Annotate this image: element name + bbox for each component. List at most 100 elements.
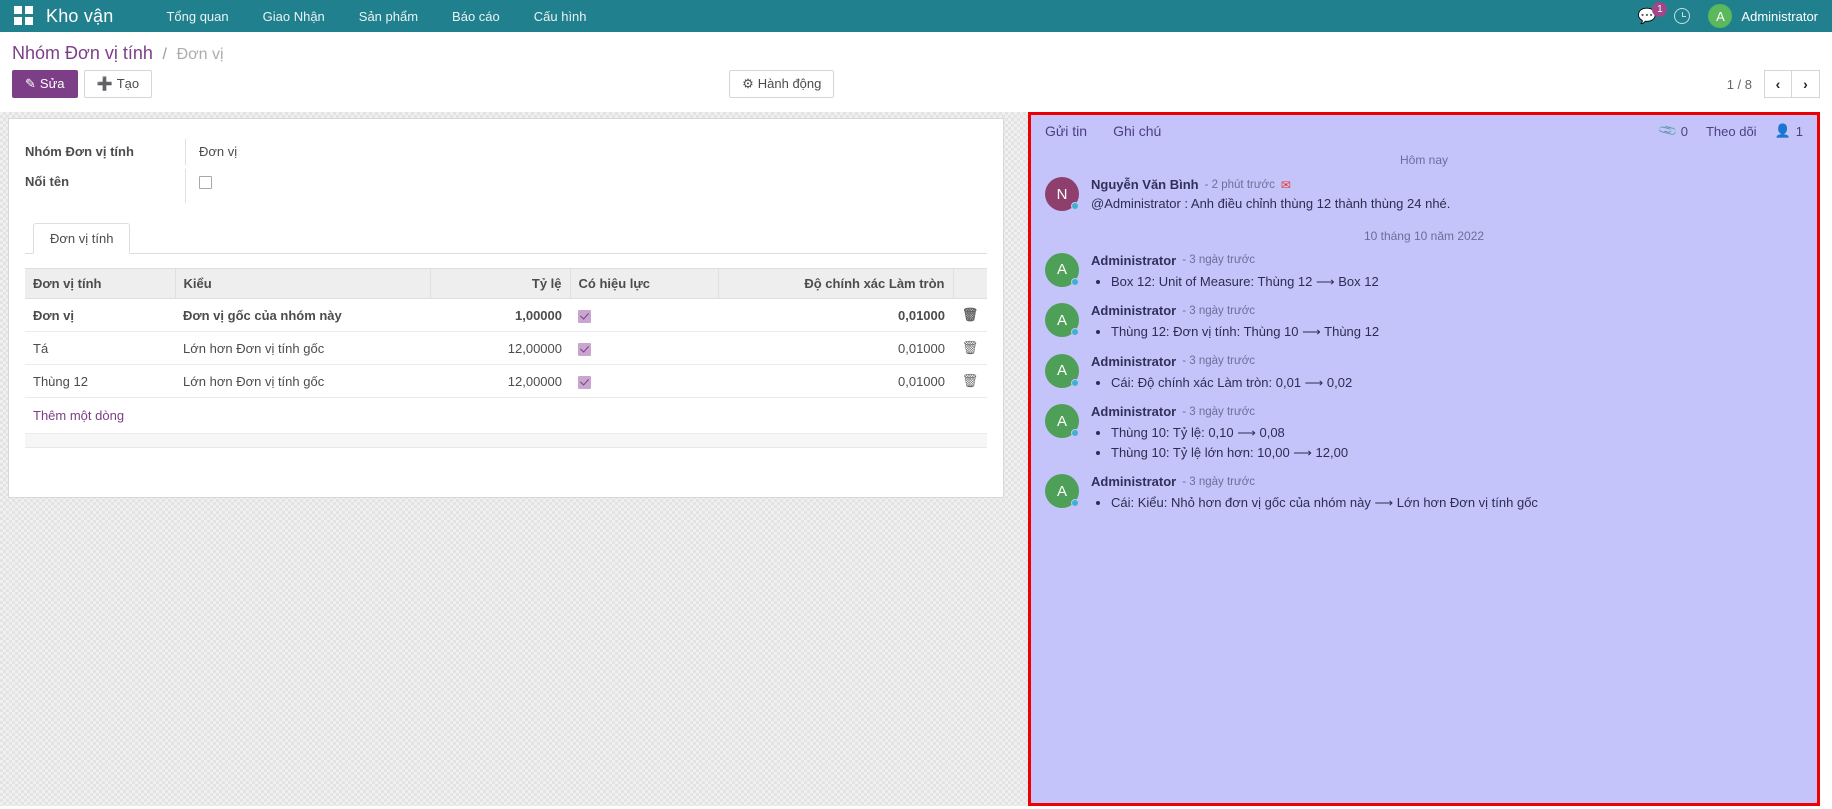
user-icon: 👤 bbox=[1775, 123, 1791, 139]
message-body: Administrator - 3 ngày trước Box 12: Uni… bbox=[1091, 253, 1803, 292]
menu-item-cau-hinh[interactable]: Cấu hình bbox=[517, 3, 604, 30]
message-timestamp: - 3 ngày trước bbox=[1182, 476, 1255, 488]
menu-item-tong-quan[interactable]: Tổng quan bbox=[149, 3, 245, 30]
control-panel: ✎Sửa ➕Tạo ⚙Hành động 1 / 8 ‹ › bbox=[0, 70, 1832, 112]
cell-delete: 🗑 bbox=[953, 332, 987, 365]
avatar: A bbox=[1045, 253, 1079, 287]
pager: 1 / 8 ‹ › bbox=[1727, 70, 1820, 98]
avatar-initial: N bbox=[1057, 186, 1068, 203]
menu-item-bao-cao[interactable]: Báo cáo bbox=[435, 3, 517, 30]
avatar: A bbox=[1045, 303, 1079, 337]
tracking-value: Box 12: Unit of Measure: Thùng 12 ⟶ Box … bbox=[1111, 272, 1803, 292]
table-row[interactable]: Tá Lớn hơn Đơn vị tính gốc 12,00000 0,01… bbox=[25, 332, 987, 365]
message-timestamp: - 3 ngày trước bbox=[1182, 305, 1255, 317]
attachments-button[interactable]: 📎 0 bbox=[1660, 123, 1688, 139]
cell-rounding: 0,01000 bbox=[718, 332, 953, 365]
avatar: A bbox=[1045, 354, 1079, 388]
cell-kind: Đơn vị gốc của nhóm này bbox=[175, 299, 430, 332]
message-author: Administrator bbox=[1091, 404, 1176, 419]
message-header: Administrator - 3 ngày trước bbox=[1091, 253, 1803, 268]
paperclip-icon: 📎 bbox=[1656, 120, 1678, 142]
avatar: N bbox=[1045, 177, 1079, 211]
user-menu[interactable]: A Administrator bbox=[1708, 4, 1818, 28]
menu-item-giao-nhan[interactable]: Giao Nhận bbox=[246, 3, 342, 30]
active-checkbox[interactable] bbox=[578, 376, 591, 389]
menu-item-san-pham[interactable]: Sản phẩm bbox=[342, 3, 435, 30]
navbar-right: 💬 1 A Administrator bbox=[1638, 4, 1818, 28]
add-line-link[interactable]: Thêm một dòng bbox=[25, 398, 987, 434]
tracking-value-list: Cái: Kiểu: Nhỏ hơn đơn vị gốc của nhóm n… bbox=[1091, 493, 1803, 513]
avatar: A bbox=[1708, 4, 1732, 28]
avatar-initial: A bbox=[1057, 362, 1067, 379]
message-author: Nguyễn Văn Bình bbox=[1091, 177, 1199, 192]
envelope-icon: ✉ bbox=[1281, 178, 1291, 192]
edit-button[interactable]: ✎Sửa bbox=[12, 70, 78, 98]
table-head: Đơn vị tính Kiểu Tỷ lệ Có hiệu lực Độ ch… bbox=[25, 269, 987, 299]
message-header: Administrator - 3 ngày trước bbox=[1091, 303, 1803, 318]
clock-icon[interactable] bbox=[1674, 8, 1690, 24]
trash-icon[interactable]: 🗑 bbox=[962, 373, 979, 388]
user-name: Administrator bbox=[1741, 9, 1818, 24]
pencil-icon: ✎ bbox=[25, 76, 36, 91]
table-row[interactable]: Đơn vị Đơn vị gốc của nhóm này 1,00000 0… bbox=[25, 299, 987, 332]
action-button[interactable]: ⚙Hành động bbox=[729, 70, 834, 98]
field-label: Nối tên bbox=[25, 169, 185, 194]
follow-button[interactable]: Theo dõi bbox=[1706, 124, 1757, 139]
message-body: Administrator - 3 ngày trước Cái: Kiểu: … bbox=[1091, 474, 1803, 513]
cell-active bbox=[570, 365, 718, 398]
avatar-initial: A bbox=[1057, 312, 1067, 329]
avatar: A bbox=[1045, 404, 1079, 438]
app-brand[interactable]: Kho vận bbox=[46, 6, 113, 27]
notebook: Đơn vị tính Đơn vị tính Kiểu Tỷ lệ Có hi… bbox=[25, 223, 987, 448]
chatter-message: A Administrator - 3 ngày trước Thùng 12:… bbox=[1031, 299, 1817, 350]
action-menu-wrap: ⚙Hành động bbox=[729, 70, 834, 98]
cell-delete: 🗑 bbox=[953, 299, 987, 332]
message-header: Nguyễn Văn Bình - 2 phút trước ✉ bbox=[1091, 177, 1803, 192]
form-column: Nhóm Đơn vị tính Đơn vị Nối tên Đơn vị t… bbox=[0, 112, 1028, 806]
tracking-value: Thùng 10: Tỷ lệ: 0,10 ⟶ 0,08 bbox=[1111, 423, 1803, 443]
pager-next-button[interactable]: › bbox=[1792, 70, 1820, 98]
trash-icon[interactable]: 🗑 bbox=[962, 307, 979, 322]
create-button-label: Tạo bbox=[117, 76, 139, 91]
log-note-button[interactable]: Ghi chú bbox=[1113, 123, 1161, 139]
trash-icon[interactable]: 🗑 bbox=[962, 340, 979, 355]
message-body: Administrator - 3 ngày trước Cái: Độ chí… bbox=[1091, 354, 1803, 393]
messages-button[interactable]: 💬 1 bbox=[1638, 9, 1657, 24]
cell-rounding: 0,01000 bbox=[718, 299, 953, 332]
send-message-button[interactable]: Gửi tin bbox=[1045, 123, 1087, 139]
cell-uom: Đơn vị bbox=[25, 299, 175, 332]
chevron-left-icon: ‹ bbox=[1776, 76, 1781, 92]
pager-previous-button[interactable]: ‹ bbox=[1764, 70, 1792, 98]
tab-don-vi-tinh[interactable]: Đơn vị tính bbox=[33, 223, 130, 254]
cell-kind: Lớn hơn Đơn vị tính gốc bbox=[175, 332, 430, 365]
presence-dot-icon bbox=[1071, 328, 1079, 336]
breadcrumb-parent[interactable]: Nhóm Đơn vị tính bbox=[12, 43, 153, 63]
field-value[interactable]: Đơn vị bbox=[185, 139, 585, 165]
form-sheet: Nhóm Đơn vị tính Đơn vị Nối tên Đơn vị t… bbox=[8, 118, 1004, 498]
message-timestamp: - 3 ngày trước bbox=[1182, 355, 1255, 367]
column-header-ratio: Tỷ lệ bbox=[430, 269, 570, 299]
cell-kind: Lớn hơn Đơn vị tính gốc bbox=[175, 365, 430, 398]
table-row[interactable]: Thùng 12 Lớn hơn Đơn vị tính gốc 12,0000… bbox=[25, 365, 987, 398]
cell-ratio: 12,00000 bbox=[430, 365, 570, 398]
apps-grid-cell bbox=[14, 17, 22, 25]
table-footer bbox=[25, 434, 987, 448]
active-checkbox[interactable] bbox=[578, 310, 591, 323]
apps-grid-icon[interactable] bbox=[14, 6, 34, 26]
chatter-message: A Administrator - 3 ngày trước Thùng 10:… bbox=[1031, 400, 1817, 470]
date-separator: Hôm nay bbox=[1031, 145, 1817, 173]
column-header-uom: Đơn vị tính bbox=[25, 269, 175, 299]
chatter-column: Gửi tin Ghi chú 📎 0 Theo dõi 👤 1 Hôm nay bbox=[1028, 112, 1832, 806]
create-button[interactable]: ➕Tạo bbox=[84, 70, 153, 98]
field-noi-ten: Nối tên bbox=[25, 169, 987, 203]
follower-count: 1 bbox=[1796, 124, 1803, 139]
message-author: Administrator bbox=[1091, 253, 1176, 268]
breadcrumb-current: Đơn vị bbox=[177, 46, 224, 63]
apps-grid-cell bbox=[25, 6, 33, 14]
followers-button[interactable]: 👤 1 bbox=[1775, 123, 1803, 139]
field-nhom-don-vi-tinh: Nhóm Đơn vị tính Đơn vị bbox=[25, 139, 987, 165]
noi-ten-checkbox[interactable] bbox=[199, 176, 212, 189]
column-header-kind: Kiểu bbox=[175, 269, 430, 299]
message-author: Administrator bbox=[1091, 474, 1176, 489]
active-checkbox[interactable] bbox=[578, 343, 591, 356]
